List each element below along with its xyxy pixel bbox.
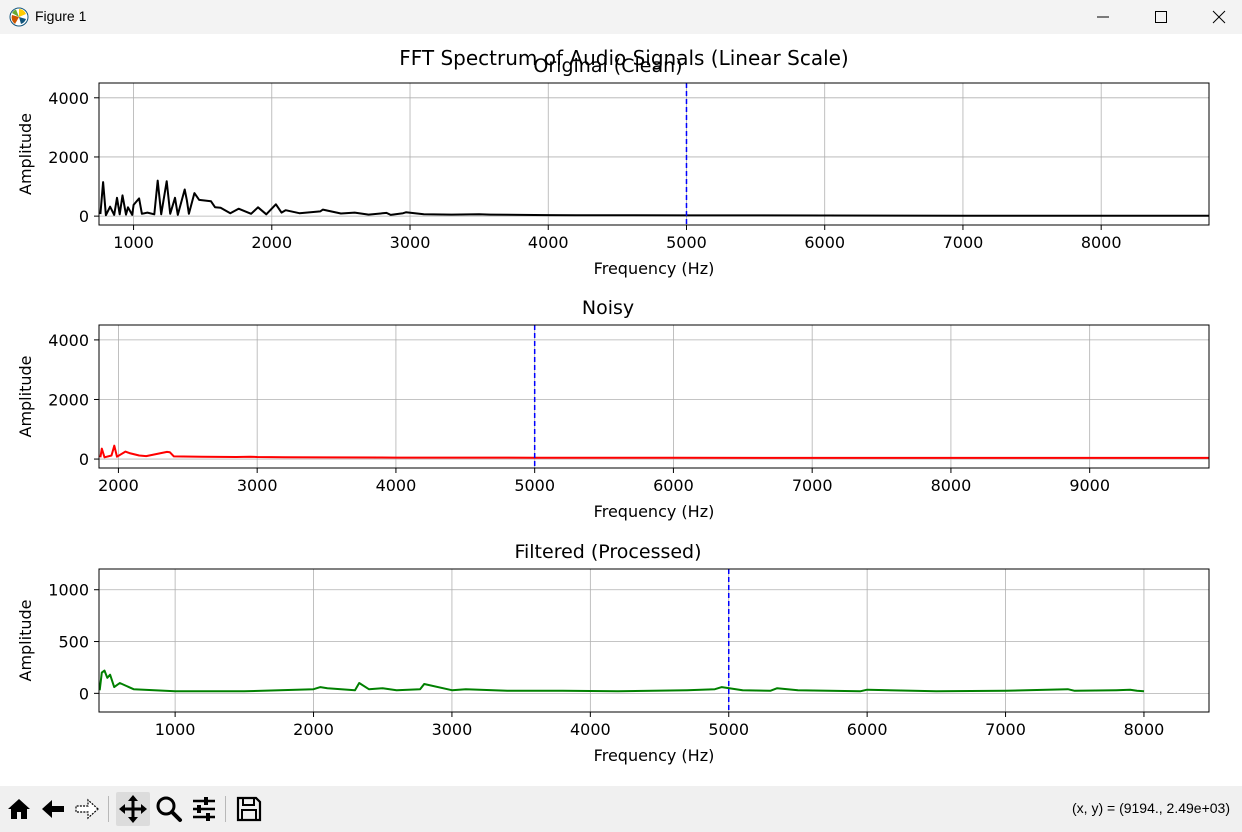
x-tick-label: 8000: [931, 476, 972, 495]
matplotlib-logo-icon: [9, 7, 29, 27]
x-tick-label: 1000: [155, 720, 196, 739]
spectrum-series-line: [99, 444, 1209, 459]
x-tick-label: 5000: [514, 476, 555, 495]
window-title: Figure 1: [35, 8, 87, 24]
minimize-icon: [1097, 16, 1109, 18]
toolbar-separator: [225, 796, 226, 822]
x-tick-label: 1000: [113, 233, 154, 252]
pan-button[interactable]: [116, 792, 150, 826]
y-tick-label: 1000: [48, 581, 89, 600]
x-tick-label: 6000: [804, 233, 845, 252]
forward-icon: [75, 798, 99, 820]
y-axis-label: Amplitude: [16, 356, 35, 438]
home-icon: [8, 799, 30, 819]
back-icon: [42, 800, 64, 818]
x-tick-label: 6000: [847, 720, 888, 739]
pan-icon: [119, 795, 147, 823]
x-tick-label: 3000: [432, 720, 473, 739]
close-button[interactable]: [1190, 0, 1242, 34]
x-tick-label: 5000: [708, 720, 749, 739]
subplot-3: 1000 2000 3000 4000 5000 6000 7000 8000 0 500 1000…: [16, 541, 1210, 765]
navigation-toolbar: (x, y) = (9194., 2.49e+03): [0, 786, 1242, 832]
x-tick-label: 2000: [251, 233, 292, 252]
y-tick-label: 4000: [48, 331, 89, 350]
spectrum-series-line: [99, 179, 1209, 217]
configure-subplots-button[interactable]: [187, 792, 221, 826]
x-tick-label: 9000: [1069, 476, 1110, 495]
x-tick-label: 2000: [98, 476, 139, 495]
x-tick-label: 4000: [376, 476, 417, 495]
subplot-title: Filtered (Processed): [514, 541, 701, 563]
y-axis-label: Amplitude: [16, 113, 35, 195]
x-axis-label: Frequency (Hz): [594, 746, 715, 765]
configure-subplots-icon: [193, 797, 215, 821]
y-axis-label: Amplitude: [16, 600, 35, 682]
maximize-icon: [1155, 11, 1167, 23]
x-tick-label: 5000: [666, 233, 707, 252]
x-tick-label: 4000: [528, 233, 569, 252]
subplot-1: 1000 2000 3000 4000 5000 6000 7000 8000 0 2000 400…: [16, 55, 1210, 278]
y-tick-label: 0: [79, 207, 89, 226]
x-tick-label: 7000: [985, 720, 1026, 739]
y-tick-label: 2000: [48, 148, 89, 167]
minimize-button[interactable]: [1074, 0, 1132, 34]
y-tick-label: 500: [58, 633, 89, 652]
spectrum-series-line: [98, 669, 1145, 693]
axes-frame: [98, 324, 1210, 469]
subplot-2: 2000 3000 4000 5000 6000 7000 8000 9000 0 2000 400…: [16, 297, 1210, 521]
x-axis-label: Frequency (Hz): [594, 502, 715, 521]
x-tick-label: 7000: [943, 233, 984, 252]
y-tick-label: 0: [79, 450, 89, 469]
x-axis-label: Frequency (Hz): [594, 259, 715, 278]
x-tick-label: 3000: [237, 476, 278, 495]
x-tick-label: 7000: [792, 476, 833, 495]
zoom-button[interactable]: [152, 792, 186, 826]
zoom-icon: [156, 796, 182, 822]
subplot-title: Noisy: [582, 297, 634, 319]
home-button[interactable]: [2, 792, 36, 826]
save-button[interactable]: [232, 792, 266, 826]
maximize-button[interactable]: [1132, 0, 1190, 34]
figure-svg[interactable]: 1000 2000 3000 4000 5000 6000 7000 800002000400…: [0, 34, 1242, 786]
axes-frame: [98, 82, 1210, 226]
x-tick-label: 3000: [390, 233, 431, 252]
forward-button[interactable]: [70, 792, 104, 826]
window-titlebar: Figure 1: [0, 0, 1242, 34]
y-tick-label: 0: [79, 684, 89, 703]
x-tick-label: 8000: [1081, 233, 1122, 252]
x-tick-label: 8000: [1124, 720, 1165, 739]
back-button[interactable]: [36, 792, 70, 826]
y-tick-label: 2000: [48, 390, 89, 409]
x-tick-label: 2000: [293, 720, 334, 739]
x-tick-label: 6000: [653, 476, 694, 495]
toolbar-separator: [108, 796, 109, 822]
figure-canvas[interactable]: 1000 2000 3000 4000 5000 6000 7000 8000 0 2000 400…: [0, 34, 1242, 786]
close-icon: [1212, 10, 1226, 24]
save-icon: [236, 796, 262, 822]
figure-suptitle: FFT Spectrum of Audio Signals (Linear Sc…: [399, 46, 848, 70]
y-tick-label: 4000: [48, 89, 89, 108]
cursor-coordinates: (x, y) = (9194., 2.49e+03): [1072, 800, 1230, 816]
x-tick-label: 4000: [570, 720, 611, 739]
